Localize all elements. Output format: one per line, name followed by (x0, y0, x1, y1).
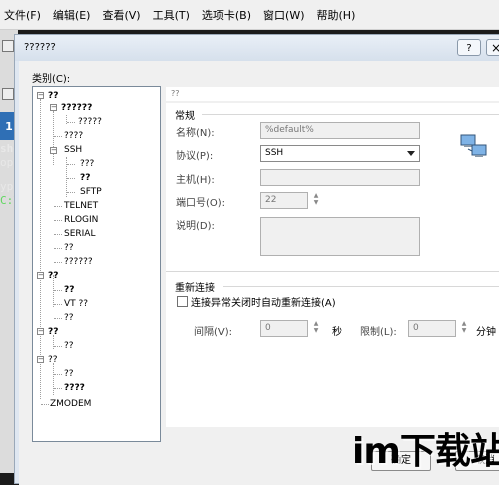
tree-item[interactable]: SSH (64, 144, 82, 156)
tree-item[interactable]: ?? (48, 270, 58, 282)
toolbar-icon[interactable] (2, 88, 14, 100)
collapse-icon[interactable]: − (37, 92, 44, 99)
menu-file[interactable]: 文件(F) (2, 7, 43, 23)
watermark-logo: im下载站 (352, 431, 499, 472)
menu-window[interactable]: 窗口(W) (261, 7, 306, 23)
interval-label: 间隔(V): (194, 327, 233, 338)
tree-item[interactable]: ?? (48, 354, 58, 366)
network-computers-icon (460, 134, 487, 157)
tree-item[interactable]: SFTP (80, 186, 102, 198)
collapse-icon[interactable]: − (37, 328, 44, 335)
protocol-select[interactable]: SSH (260, 145, 420, 162)
category-tree[interactable]: − ?? − ?????? ????? ???? − SSH ??? ?? SF… (32, 86, 161, 442)
tree-item[interactable]: ?????? (61, 102, 92, 114)
tree-item[interactable]: VT ?? (64, 298, 88, 310)
auto-reconnect-checkbox[interactable] (177, 296, 188, 307)
tree-item[interactable]: ????? (78, 116, 102, 128)
toolbar-icon[interactable] (2, 40, 14, 52)
interval-input[interactable]: 0 (260, 320, 308, 337)
limit-input[interactable]: 0 (408, 320, 456, 337)
category-path: ?? (166, 87, 499, 101)
menu-view[interactable]: 查看(V) (100, 7, 142, 23)
tree-item[interactable]: ???? (64, 130, 83, 142)
protocol-value: SSH (265, 148, 284, 158)
menu-tabs[interactable]: 选项卡(B) (200, 7, 253, 23)
description-label: 说明(D): (176, 221, 215, 232)
port-label: 端口号(O): (176, 198, 226, 209)
dialog-title: ?????? (24, 42, 56, 53)
settings-panel: 常规 名称(N): %default% 协议(P): SSH 主机(H): 端口… (166, 103, 499, 427)
name-label: 名称(N): (176, 128, 215, 139)
limit-label: 限制(L): (360, 327, 397, 338)
collapse-icon[interactable]: − (37, 272, 44, 279)
tree-item[interactable]: ?? (64, 284, 74, 296)
help-button[interactable]: ? (457, 39, 481, 56)
tree-item[interactable]: ZMODEM (50, 398, 91, 410)
collapse-icon[interactable]: − (50, 104, 57, 111)
tree-item[interactable]: ?? (48, 90, 58, 102)
tree-item[interactable]: SERIAL (64, 228, 95, 240)
tree-item[interactable]: ?? (64, 368, 74, 380)
collapse-icon[interactable]: − (50, 147, 57, 154)
general-section-title: 常规 (175, 111, 195, 122)
menu-help[interactable]: 帮助(H) (315, 7, 358, 23)
tree-item[interactable]: ?? (64, 312, 74, 324)
collapse-icon[interactable]: − (37, 356, 44, 363)
protocol-label: 协议(P): (176, 151, 214, 162)
name-input[interactable]: %default% (260, 122, 420, 139)
description-input[interactable] (260, 217, 420, 256)
tree-item[interactable]: RLOGIN (64, 214, 98, 226)
dialog-titlebar[interactable]: ?????? ? × (15, 35, 499, 61)
menu-edit[interactable]: 编辑(E) (51, 7, 93, 23)
port-input[interactable]: 22 (260, 192, 308, 209)
limit-spinner[interactable]: ▲ ▼ (458, 320, 470, 337)
interval-unit: 秒 (332, 327, 342, 338)
host-label: 主机(H): (176, 175, 215, 186)
tree-item[interactable]: ?????? (64, 256, 93, 268)
limit-unit: 分钟 (476, 327, 496, 338)
auto-reconnect-label[interactable]: 连接异常关闭时自动重新连接(A) (191, 294, 336, 309)
tree-item[interactable]: ?? (64, 340, 74, 352)
port-spinner[interactable]: ▲ ▼ (310, 192, 322, 209)
reconnect-section-title: 重新连接 (175, 283, 215, 294)
tree-item[interactable]: ???? (64, 382, 85, 394)
interval-spinner[interactable]: ▲ ▼ (310, 320, 322, 337)
tree-item[interactable]: TELNET (64, 200, 98, 212)
menu-tools[interactable]: 工具(T) (151, 7, 192, 23)
close-button[interactable]: × (486, 39, 499, 56)
host-input[interactable] (260, 169, 420, 186)
menu-bar: 文件(F) 编辑(E) 查看(V) 工具(T) 选项卡(B) 窗口(W) 帮助(… (0, 0, 499, 30)
tree-item[interactable]: ?? (48, 326, 58, 338)
session-properties-dialog: ?????? ? × 类别(C): − ?? − ?????? ????? ??… (14, 34, 499, 485)
tree-item[interactable]: ?? (64, 242, 74, 254)
category-label: 类别(C): (32, 74, 71, 85)
tree-item[interactable]: ?? (80, 172, 90, 184)
chevron-down-icon (407, 151, 415, 156)
tree-item[interactable]: ??? (80, 158, 94, 170)
